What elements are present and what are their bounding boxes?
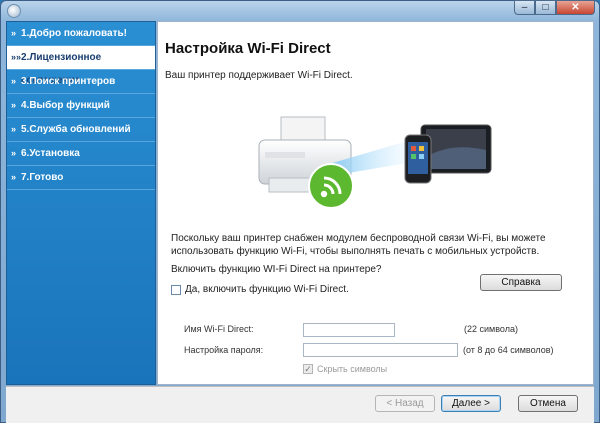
step-license-agreement: »» 2.Лицензионное соглашение (7, 46, 155, 86)
step-arrow-icon: » (11, 76, 17, 86)
step-arrow-icon: » (11, 124, 17, 134)
step-arrow-icon: » (11, 148, 17, 158)
step-arrow-icon: » (11, 172, 17, 182)
cancel-button[interactable]: Отмена (518, 395, 578, 412)
enable-question-text: Включить функцию WI-Fi Direct на принтер… (171, 264, 382, 275)
step-printer-search: » 3.Поиск принтеров (7, 70, 155, 94)
step-label: 3.Поиск принтеров (21, 76, 116, 87)
wizard-steps-sidebar: » 1.Добро пожаловать! »» 2.Лицензионное … (6, 21, 156, 385)
password-input[interactable] (303, 343, 458, 357)
step-label: 7.Готово (21, 172, 64, 183)
step-welcome: » 1.Добро пожаловать! (7, 22, 155, 46)
step-label: 4.Выбор функций (21, 100, 110, 111)
page-subtitle: Ваш принтер поддерживает Wi-Fi Direct. (165, 70, 353, 81)
step-label: 6.Установка (21, 148, 80, 159)
step-arrow-icon: » (11, 28, 17, 38)
step-feature-selection: » 4.Выбор функций (7, 94, 155, 118)
app-icon (7, 4, 21, 18)
step-label: 5.Служба обновлений (21, 124, 131, 135)
step-label: 1.Добро пожаловать! (21, 28, 127, 39)
step-installation: » 6.Установка (7, 142, 155, 166)
help-button[interactable]: Справка (480, 274, 562, 291)
close-button[interactable]: ✕ (556, 0, 595, 15)
smartphone-icon (404, 134, 432, 184)
next-button[interactable]: Далее > (441, 395, 501, 412)
hide-characters-row: ✓ Скрыть символы (303, 364, 387, 374)
step-arrow-icon: »» (11, 52, 22, 62)
enable-wifi-direct-checkbox[interactable] (171, 284, 181, 295)
main-content-panel: Настройка Wi-Fi Direct Ваш принтер подде… (157, 21, 594, 385)
step-done: » 7.Готово (7, 166, 155, 190)
enable-wifi-direct-label: Да, включить функцию Wi-Fi Direct. (185, 284, 349, 295)
hide-characters-label: Скрыть символы (317, 364, 388, 374)
page-title: Настройка Wi-Fi Direct (165, 40, 331, 57)
hide-characters-checkbox: ✓ (303, 363, 313, 374)
password-label: Настройка пароля: (184, 345, 264, 355)
minimize-button[interactable]: – (514, 0, 535, 15)
password-length-hint: (от 8 до 64 символов) (463, 345, 554, 355)
wizard-button-bar (6, 386, 594, 423)
name-length-hint: (22 символа) (464, 324, 518, 334)
wifi-direct-name-label: Имя Wi-Fi Direct: (184, 324, 254, 334)
wifi-green-icon (308, 163, 354, 209)
wifi-direct-illustration (258, 116, 492, 209)
maximize-button[interactable]: □ (535, 0, 556, 15)
step-arrow-icon: » (11, 100, 17, 110)
step-update-service: » 5.Служба обновлений (7, 118, 155, 142)
wifi-direct-name-input[interactable] (303, 323, 395, 337)
enable-wifi-direct-row[interactable]: Да, включить функцию Wi-Fi Direct. (171, 284, 349, 295)
wifi-description-text: Поскольку ваш принтер снабжен модулем бе… (171, 233, 546, 257)
back-button[interactable]: < Назад (375, 395, 435, 412)
